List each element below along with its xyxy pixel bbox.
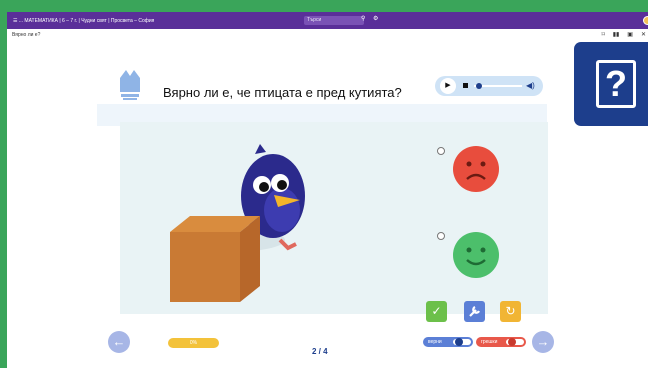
answer-radio-happy[interactable] <box>437 232 445 240</box>
window-icon[interactable]: ▣ <box>627 31 633 38</box>
correct-toggle-label: верни <box>428 339 442 345</box>
close-icon[interactable]: ✕ <box>641 31 646 38</box>
happy-face-option[interactable] <box>453 232 499 278</box>
bird-and-box-illustration <box>170 144 305 302</box>
correct-toggle[interactable]: верни <box>423 337 473 347</box>
publisher-logo-icon <box>120 70 140 100</box>
wrong-toggle-label: грешки <box>481 339 498 345</box>
wrench-icon <box>469 306 480 317</box>
retry-button[interactable]: ↻ <box>500 301 521 322</box>
question-mark-icon[interactable]: ? <box>596 60 636 108</box>
box-front <box>170 232 240 302</box>
toggle-knob <box>508 338 516 346</box>
answer-radio-sad[interactable] <box>437 147 445 155</box>
sad-face-icon <box>466 161 486 180</box>
search-input[interactable]: Търси <box>304 16 364 25</box>
happy-face-icon <box>466 247 486 266</box>
next-button[interactable]: → <box>532 331 554 353</box>
prev-button[interactable]: ← <box>108 331 130 353</box>
hint-button[interactable] <box>464 301 485 322</box>
sub-toolbar: Вярно ли е? ⌑ ▮▮ ▣ ✕ <box>7 29 648 41</box>
volume-icon[interactable]: ◀) <box>526 81 535 90</box>
gear-icon[interactable]: ⚙ <box>373 15 378 22</box>
question-text: Вярно ли е, че птицата е пред кутията? <box>163 85 402 100</box>
toggle-knob <box>455 338 463 346</box>
view-tools: ⌑ ▮▮ ▣ ✕ <box>602 31 646 38</box>
book-icon[interactable]: ▮▮ <box>613 31 620 38</box>
audio-seek-handle[interactable] <box>476 83 482 89</box>
avatar[interactable] <box>643 16 648 25</box>
search-icon[interactable]: ⚲ <box>361 15 365 22</box>
bookmark-icon[interactable]: ⌑ <box>602 31 605 38</box>
wrong-toggle[interactable]: грешки <box>476 337 526 347</box>
sad-face-option[interactable] <box>453 146 499 192</box>
play-button[interactable]: ▶ <box>440 78 456 94</box>
stop-button[interactable] <box>463 83 468 88</box>
breadcrumb[interactable]: ☰ ... МАТЕМАТИКА | 6 – 7 г. | Чудни свят… <box>13 18 154 24</box>
progress-bar: 0% <box>168 338 219 348</box>
app-topbar: ☰ ... МАТЕМАТИКА | 6 – 7 г. | Чудни свят… <box>7 12 648 29</box>
check-button[interactable]: ✓ <box>426 301 447 322</box>
page-title: Вярно ли е? <box>12 32 41 38</box>
page-indicator: 2 / 4 <box>312 347 328 356</box>
